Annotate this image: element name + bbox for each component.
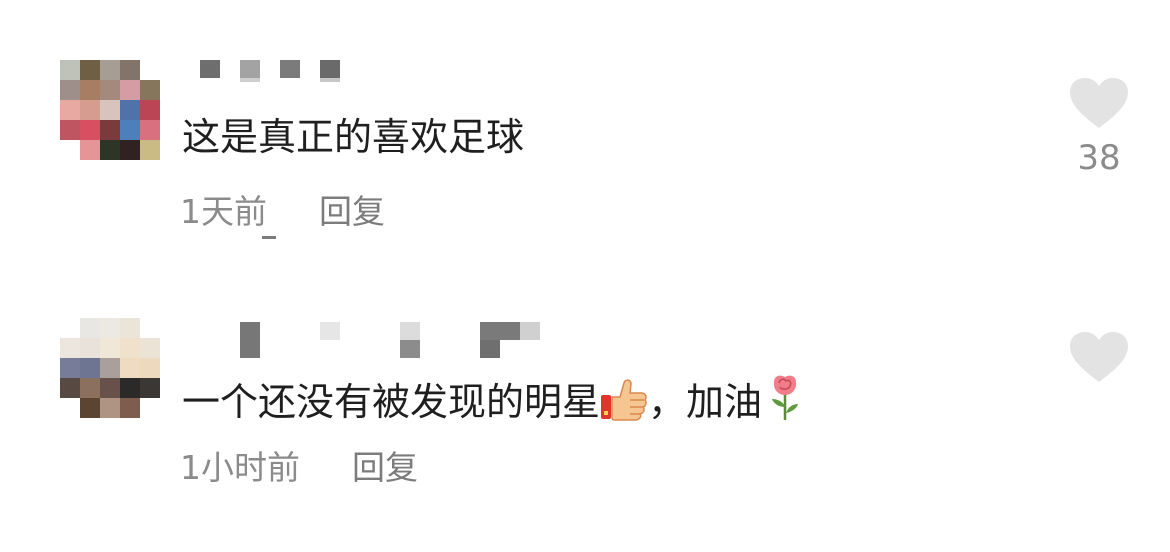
- like-heart-icon[interactable]: [1070, 78, 1128, 130]
- reply-button[interactable]: 回复: [352, 448, 418, 487]
- comment-text-part: 一个还没有被发现的明星: [182, 380, 601, 424]
- text-cursor: [262, 236, 276, 239]
- rose-icon: [768, 373, 802, 430]
- comment-text: 这是真正的喜欢足球: [182, 115, 525, 159]
- reply-button[interactable]: 回复: [319, 192, 385, 231]
- user-avatar[interactable]: [60, 60, 160, 160]
- comment-text: 一个还没有被发现的明星 ，加油: [182, 373, 802, 430]
- comment-item: 这是真正的喜欢足球 1天前 回复 38: [0, 0, 1170, 260]
- comment-time: 1天前: [180, 192, 267, 231]
- user-avatar[interactable]: [60, 318, 160, 418]
- comment-meta: 1小时前 回复: [180, 448, 418, 488]
- comment-item: 一个还没有被发现的明星 ，加油 1小时前 回复: [0, 260, 1170, 520]
- thumbs-up-icon: [600, 377, 648, 430]
- like-count: 38: [1077, 138, 1121, 178]
- comment-meta: 1天前 回复: [180, 192, 385, 232]
- like-heart-icon[interactable]: [1070, 332, 1128, 384]
- comment-text-part: ，加油: [648, 380, 763, 424]
- comment-time: 1小时前: [180, 448, 300, 487]
